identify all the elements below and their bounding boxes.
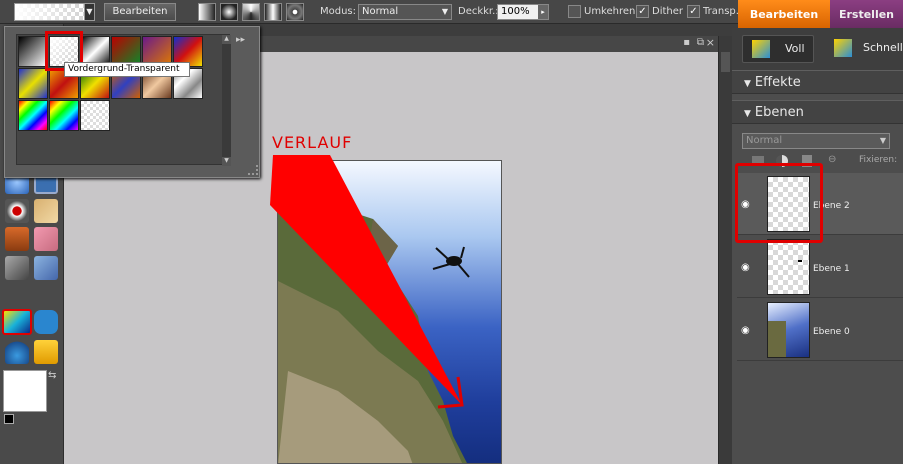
link-icon[interactable]: ⊖ (828, 154, 836, 165)
swatch-tooltip: Vordergrund-Transparent (64, 62, 190, 77)
reverse-checkbox[interactable] (568, 5, 581, 18)
layer-row-ebene-0[interactable]: ◉ Ebene 0 (737, 299, 903, 361)
gradient-tool-icon[interactable] (2, 309, 32, 335)
mode-switcher: Voll Schnell (732, 28, 903, 70)
full-edit-icon (752, 40, 770, 58)
angle-gradient-type-button[interactable] (242, 3, 260, 21)
paint-bucket-icon[interactable] (34, 256, 58, 280)
mode-full-button[interactable]: Voll (742, 35, 814, 63)
swap-colors-icon[interactable]: ⇆ (48, 370, 60, 382)
linear-gradient-type-button[interactable] (198, 3, 216, 21)
palette-menu-icon[interactable]: ▸▸ (236, 35, 245, 45)
tab-edit[interactable]: Bearbeiten (738, 0, 830, 28)
layer-row-ebene-1[interactable]: ◉ Ebene 1 (737, 236, 903, 298)
chevron-down-icon: ▼ (744, 79, 751, 89)
quick-edit-icon (834, 39, 852, 57)
restore-icon[interactable]: ⧉ (697, 37, 704, 48)
mode-select-value: Normal (362, 6, 399, 17)
chevron-down-icon: ▼ (744, 109, 751, 119)
tab-create[interactable]: Erstellen (830, 0, 903, 28)
custom-shape-tool-icon[interactable] (34, 310, 58, 334)
transparency-label: Transp. (703, 6, 739, 17)
edit-gradient-button[interactable]: Bearbeiten (104, 3, 176, 21)
gradient-swatch[interactable] (18, 36, 48, 67)
layers-title: Ebenen (754, 105, 804, 120)
layer-thumbnail (767, 239, 810, 295)
dither-checkbox[interactable]: ✓ (636, 5, 649, 18)
thumbnail-cliff (768, 321, 786, 357)
selected-layer-highlight (735, 163, 823, 243)
opacity-value: 100% (501, 6, 530, 17)
canvas-vertical-scrollbar[interactable] (718, 36, 732, 464)
red-annotation-wedge (270, 155, 464, 409)
scroll-thumb[interactable] (721, 52, 730, 72)
effects-title: Effekte (754, 75, 801, 90)
opacity-slider-arrow[interactable]: ▸ (538, 5, 548, 19)
opacity-input[interactable]: 100% ▸ (497, 4, 549, 20)
diamond-gradient-type-button[interactable] (286, 3, 304, 21)
palette-scrollbar[interactable]: ▲ ▼ (222, 35, 231, 166)
gradient-picker-popup: ▲ ▼ ▸▸ (4, 26, 260, 178)
right-panel: Voll Schnell ▼ Effekte ▼ Ebenen Normal ▼ ⊖… (732, 28, 903, 464)
brush-icon[interactable] (5, 256, 29, 280)
scroll-down-icon[interactable]: ▼ (222, 157, 231, 166)
resize-grip-icon[interactable] (248, 165, 258, 175)
eye-icon[interactable]: ◉ (741, 262, 755, 273)
chevron-down-icon: ▼ (879, 136, 886, 145)
layer-thumbnail (767, 302, 810, 358)
red-eye-tool-icon[interactable] (5, 199, 29, 223)
gradient-swatch[interactable] (80, 100, 110, 131)
gradient-dropdown-arrow[interactable]: ▼ (84, 3, 95, 21)
gradient-swatch[interactable] (49, 100, 79, 131)
chevron-down-icon: ▼ (441, 7, 448, 16)
diver-mark (798, 260, 802, 262)
mode-label: Modus: (320, 6, 357, 17)
gradient-preview[interactable] (14, 3, 94, 21)
foreground-color-swatch[interactable] (3, 370, 47, 412)
gradient-swatch[interactable] (18, 68, 48, 99)
layer-name: Ebene 1 (813, 264, 850, 274)
scroll-up-icon[interactable]: ▲ (222, 35, 231, 44)
radial-gradient-type-button[interactable] (220, 3, 238, 21)
mode-select[interactable]: Normal ▼ (358, 4, 452, 20)
healing-brush-icon[interactable] (34, 199, 58, 223)
blend-mode-select[interactable]: Normal ▼ (742, 133, 890, 149)
clone-stamp-icon[interactable] (5, 227, 29, 251)
dither-label: Dither (652, 6, 684, 17)
opacity-label: Deckkr.: (458, 6, 499, 17)
default-colors-icon[interactable] (4, 414, 14, 424)
reverse-label: Umkehren (584, 6, 636, 17)
sponge-icon[interactable] (34, 340, 58, 364)
layer-name: Ebene 0 (813, 327, 850, 337)
eye-icon[interactable]: ◉ (741, 325, 755, 336)
blur-drop-icon[interactable] (5, 340, 29, 364)
mode-full-label: Voll (785, 42, 805, 55)
gradient-swatch[interactable] (18, 100, 48, 131)
annotation-verlauf: VERLAUF (272, 133, 353, 152)
reflected-gradient-type-button[interactable] (264, 3, 282, 21)
transparency-checkbox[interactable]: ✓ (687, 5, 700, 18)
mode-quick-label: Schnell (863, 41, 903, 54)
eraser-icon[interactable] (34, 227, 58, 251)
mode-quick-button[interactable]: Schnell (829, 35, 903, 63)
effects-panel-header[interactable]: ▼ Effekte (732, 70, 903, 94)
layers-panel-header[interactable]: ▼ Ebenen (732, 100, 903, 124)
minimize-icon[interactable]: ▪ (683, 37, 690, 48)
blend-mode-value: Normal (746, 135, 783, 146)
close-icon[interactable]: × (706, 36, 715, 49)
lock-label: Fixieren: (859, 155, 898, 165)
